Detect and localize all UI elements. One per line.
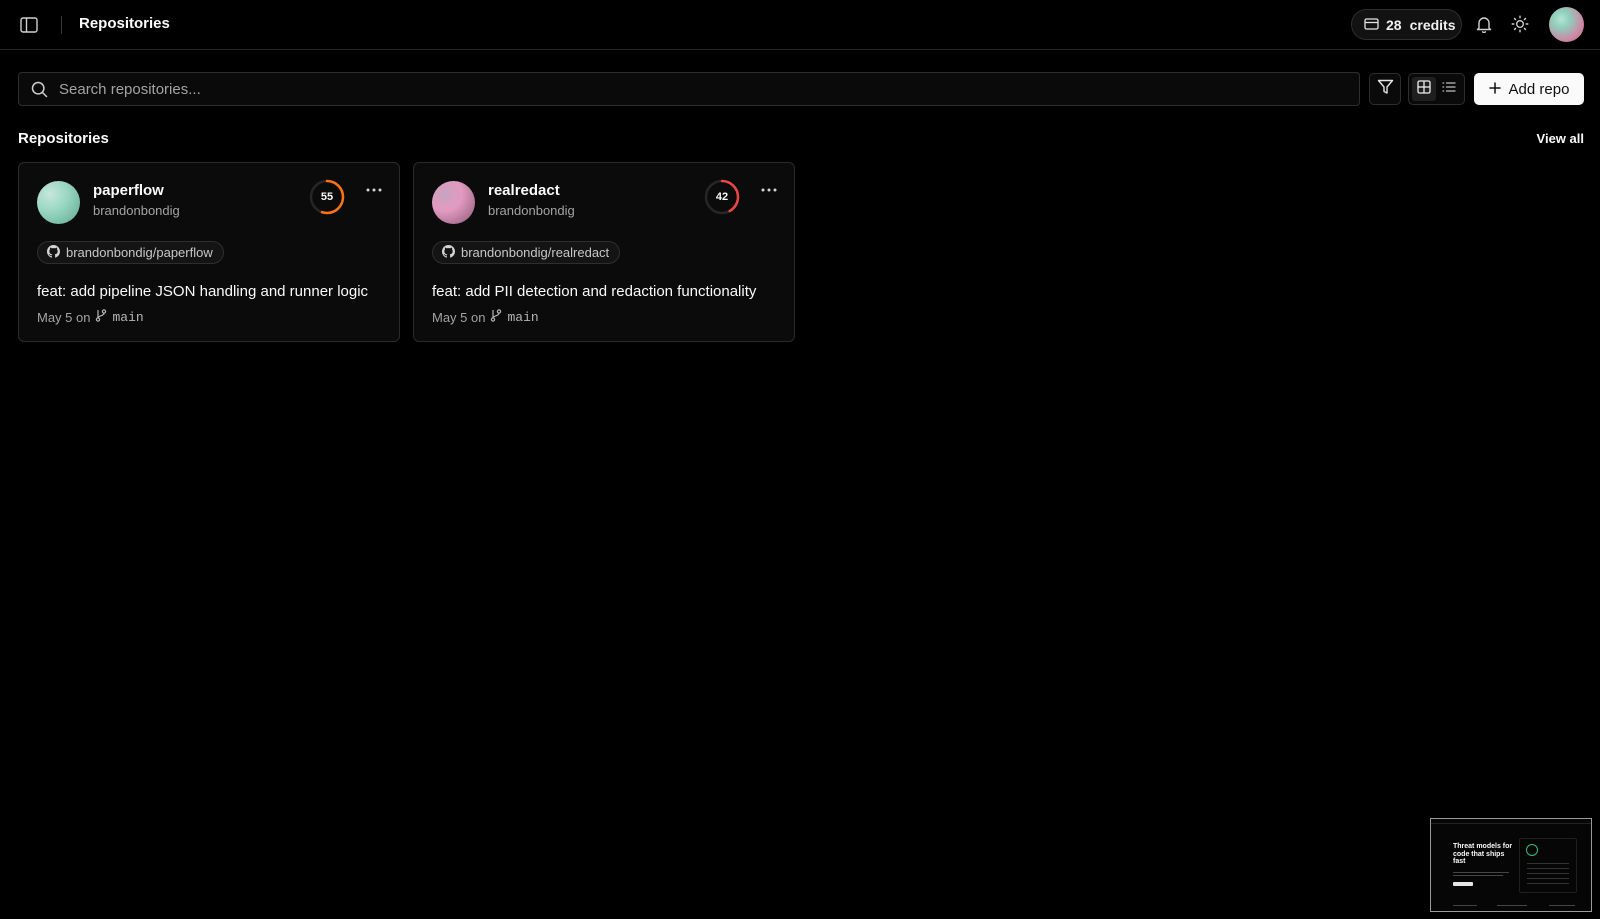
preview-footer-line <box>1453 905 1477 906</box>
github-icon <box>442 244 455 261</box>
topbar-divider <box>61 16 62 34</box>
repo-owner: brandonbondig <box>93 203 180 218</box>
repo-avatar <box>37 181 80 224</box>
filter-button[interactable] <box>1369 73 1401 105</box>
commit-meta: May 5 on main <box>432 309 539 325</box>
commit-date: May 5 on <box>432 309 486 325</box>
section-title: Repositories <box>18 130 109 147</box>
preview-row <box>1527 878 1569 879</box>
preview-row <box>1527 873 1569 874</box>
search-input[interactable] <box>59 73 1349 105</box>
theme-toggle-sun-icon[interactable] <box>1509 13 1531 35</box>
branch-name: main <box>112 309 144 325</box>
view-toggle <box>1408 73 1465 105</box>
preview-topbar <box>1431 819 1591 824</box>
github-repo-link[interactable]: brandonbondig/realredact <box>432 241 621 264</box>
last-commit-message: feat: add PII detection and redaction fu… <box>432 283 757 300</box>
preview-footer-line <box>1549 905 1575 906</box>
more-options-icon[interactable] <box>363 183 385 197</box>
preview-row <box>1527 883 1569 884</box>
page-title: Repositories <box>79 15 170 32</box>
page-preview-thumbnail[interactable]: Threat models for code that ships fast <box>1430 818 1592 912</box>
branch-name: main <box>507 309 539 325</box>
preview-text-line <box>1453 872 1509 873</box>
repo-avatar <box>432 181 475 224</box>
user-avatar[interactable] <box>1549 7 1584 42</box>
preview-row <box>1527 863 1569 864</box>
score-value: 42 <box>715 191 729 203</box>
more-options-icon[interactable] <box>758 183 780 197</box>
credits-count: 28 <box>1386 16 1402 33</box>
add-repo-label: Add repo <box>1508 80 1570 98</box>
github-icon <box>47 244 60 261</box>
score-ring: 42 <box>704 179 740 215</box>
bell-icon[interactable] <box>1473 13 1495 35</box>
preview-row <box>1527 868 1569 869</box>
repo-name[interactable]: realredact <box>488 182 560 199</box>
github-repo-path: brandonbondig/paperflow <box>66 245 213 260</box>
grid-view-button[interactable] <box>1412 77 1436 101</box>
score-value: 55 <box>320 191 334 203</box>
github-repo-path: brandonbondig/realredact <box>461 245 610 260</box>
top-bar: Repositories 28 credits <box>0 0 1600 50</box>
repo-card[interactable]: realredact brandonbondig 42 brandonbondi… <box>413 162 795 342</box>
preview-headline: Threat models for code that ships fast <box>1453 843 1513 865</box>
view-all-link[interactable]: View all <box>1537 131 1584 146</box>
credits-label: credits <box>1409 16 1456 33</box>
search-icon <box>31 81 48 103</box>
repo-card[interactable]: paperflow brandonbondig 55 brandonbondig… <box>18 162 400 342</box>
list-view-button[interactable] <box>1438 77 1462 101</box>
commit-meta: May 5 on main <box>37 309 144 325</box>
git-branch-icon <box>490 309 502 325</box>
plus-icon <box>1488 81 1501 98</box>
list-icon <box>1442 80 1456 98</box>
preview-footer-line <box>1497 905 1527 906</box>
grid-icon <box>1417 79 1431 99</box>
search-field[interactable] <box>18 72 1360 106</box>
repo-name[interactable]: paperflow <box>93 182 164 199</box>
git-branch-icon <box>95 309 107 325</box>
filter-icon <box>1377 79 1394 100</box>
last-commit-message: feat: add pipeline JSON handling and run… <box>37 283 369 300</box>
credits-badge[interactable]: 28 credits <box>1351 9 1462 40</box>
repo-owner: brandonbondig <box>488 203 575 218</box>
preview-text-line <box>1453 875 1503 876</box>
credit-card-icon <box>1364 17 1379 33</box>
sidebar-toggle-icon[interactable] <box>18 14 40 36</box>
score-ring: 55 <box>309 179 345 215</box>
github-repo-link[interactable]: brandonbondig/paperflow <box>37 241 224 264</box>
preview-score-ring <box>1526 844 1538 856</box>
add-repo-button[interactable]: Add repo <box>1474 73 1584 105</box>
commit-date: May 5 on <box>37 309 91 325</box>
preview-button <box>1453 882 1473 886</box>
